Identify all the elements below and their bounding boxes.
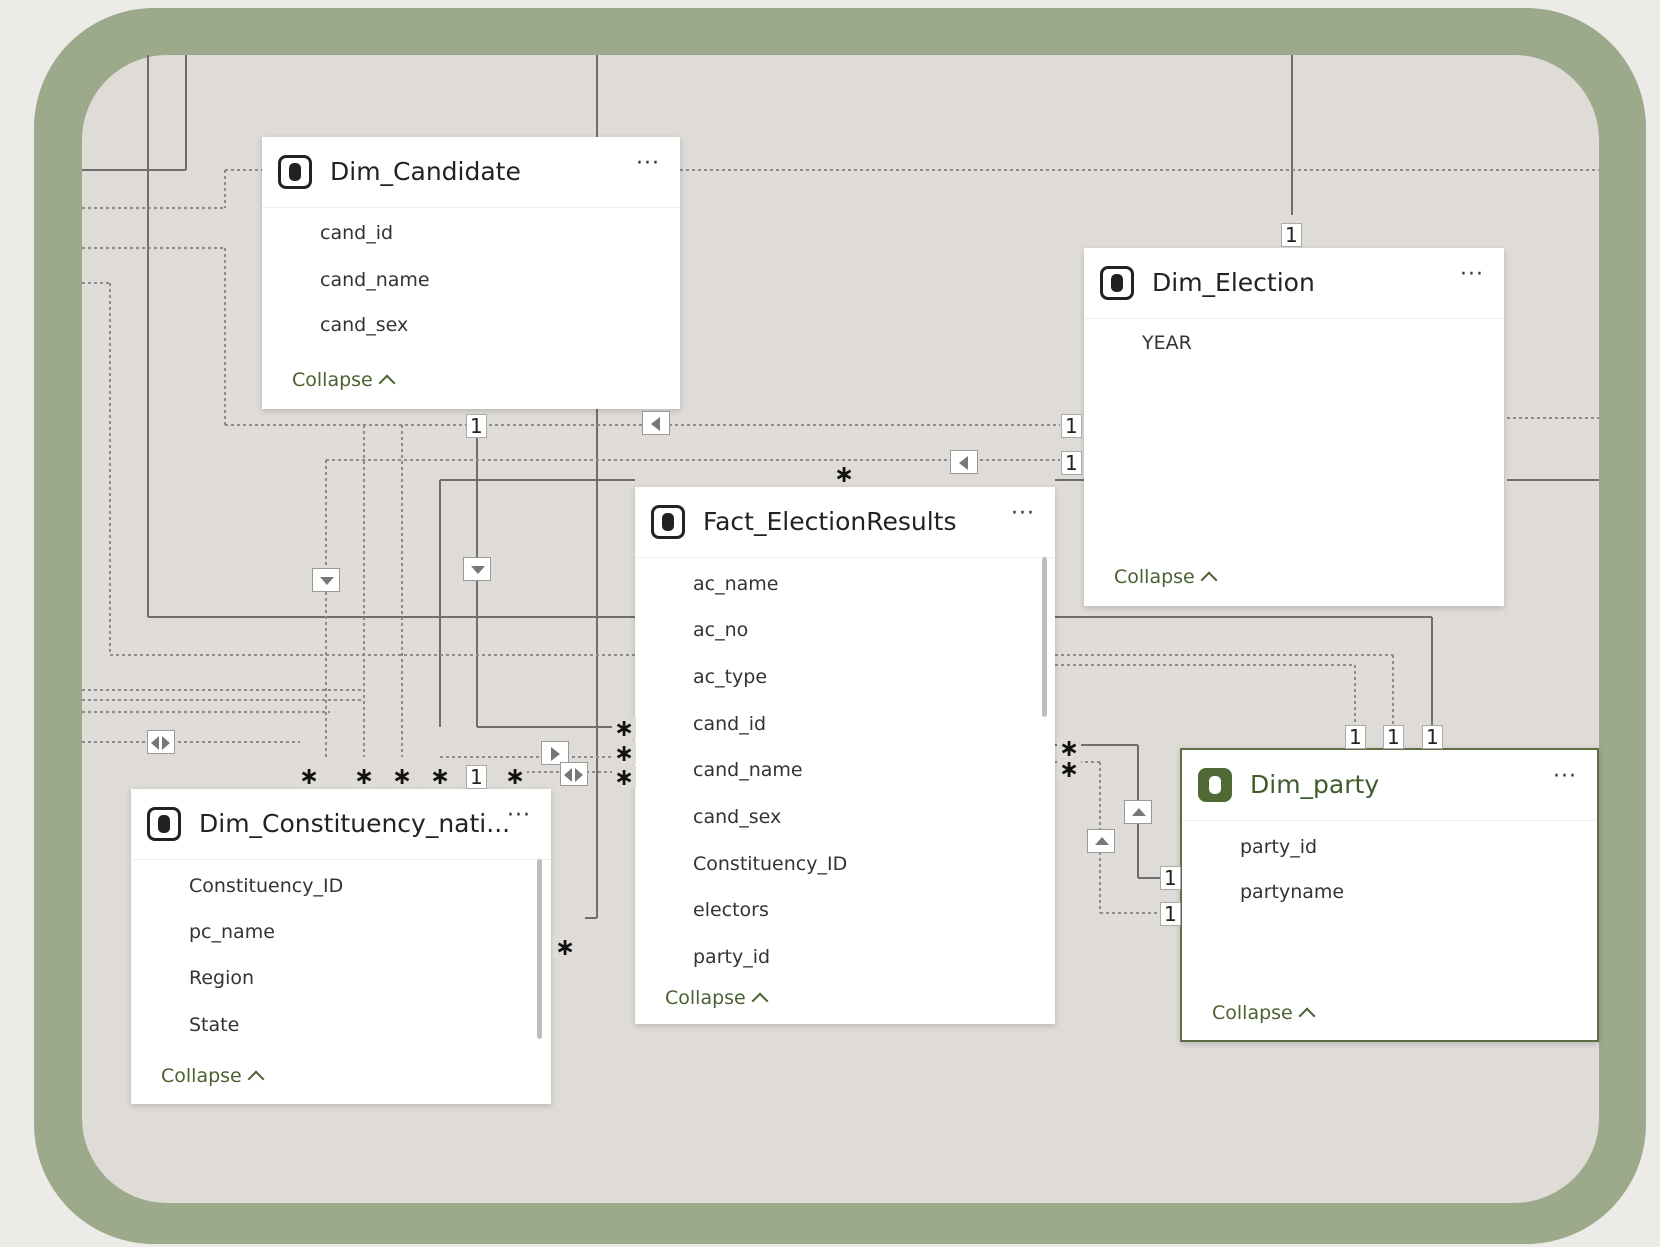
field-constituency-id[interactable]: Constituency_ID — [189, 875, 343, 897]
cardinality-many: ∗ — [612, 739, 637, 767]
table-card-dim-candidate[interactable]: Dim_Candidate ··· cand_id cand_name cand… — [262, 137, 680, 409]
cardinality-many: ∗ — [553, 933, 578, 961]
table-card-dim-election[interactable]: Dim_Election ··· YEAR Collapse — [1084, 248, 1504, 606]
cardinality-one: 1 — [466, 414, 487, 438]
chevron-up-icon — [378, 374, 396, 392]
field-partyname[interactable]: partyname — [1240, 881, 1344, 903]
scrollbar[interactable] — [537, 859, 542, 1039]
filter-direction-up-icon[interactable] — [1124, 800, 1152, 824]
field-cand-id[interactable]: cand_id — [693, 713, 766, 735]
table-title: Dim_Constituency_nati... — [199, 809, 511, 838]
field-region[interactable]: Region — [189, 967, 254, 989]
field-ac-type[interactable]: ac_type — [693, 666, 767, 688]
cardinality-many: ∗ — [297, 762, 322, 790]
field-cand-name[interactable]: cand_name — [320, 269, 430, 291]
field-cand-name[interactable]: cand_name — [693, 759, 803, 781]
cardinality-one: 1 — [1281, 223, 1302, 247]
database-icon — [1198, 768, 1232, 802]
collapse-label: Collapse — [161, 1065, 242, 1087]
chevron-up-icon — [1298, 1007, 1316, 1025]
collapse-label: Collapse — [665, 987, 746, 1009]
more-options-button[interactable]: ··· — [1553, 764, 1577, 789]
table-title: Dim_Election — [1152, 268, 1315, 297]
card-header[interactable]: Dim_Candidate ··· — [262, 137, 680, 208]
collapse-button[interactable]: Collapse — [665, 987, 1045, 1010]
cardinality-one: 1 — [1061, 451, 1082, 475]
cardinality-one: 1 — [1422, 725, 1443, 749]
scrollbar[interactable] — [1042, 557, 1047, 717]
field-constituency-id[interactable]: Constituency_ID — [693, 853, 847, 875]
filter-direction-left-icon[interactable] — [642, 411, 670, 435]
chevron-up-icon — [247, 1070, 265, 1088]
cardinality-one: 1 — [1345, 725, 1366, 749]
cardinality-many: ∗ — [832, 460, 857, 488]
collapse-button[interactable]: Collapse — [1212, 1002, 1316, 1025]
field-cand-id[interactable]: cand_id — [320, 222, 393, 244]
collapse-button[interactable]: Collapse — [1114, 566, 1218, 589]
field-pc-name[interactable]: pc_name — [189, 921, 275, 943]
field-party-id[interactable]: party_id — [1240, 836, 1317, 858]
cardinality-many: ∗ — [428, 762, 453, 790]
collapse-label: Collapse — [1212, 1002, 1293, 1024]
field-electors[interactable]: electors — [693, 899, 769, 921]
database-icon — [147, 807, 181, 841]
field-cand-sex[interactable]: cand_sex — [693, 806, 781, 828]
field-cand-sex[interactable]: cand_sex — [320, 314, 408, 336]
cardinality-one: 1 — [1061, 414, 1082, 438]
cardinality-many: ∗ — [503, 762, 528, 790]
cardinality-many: ∗ — [612, 714, 637, 742]
table-title: Fact_ElectionResults — [703, 507, 957, 536]
card-header[interactable]: Dim_party ··· — [1182, 750, 1597, 821]
cardinality-one: 1 — [1383, 725, 1404, 749]
filter-direction-left-icon[interactable] — [950, 450, 978, 474]
field-ac-no[interactable]: ac_no — [693, 619, 748, 641]
collapse-button[interactable]: Collapse — [292, 369, 396, 392]
chevron-up-icon — [1200, 571, 1218, 589]
more-options-button[interactable]: ··· — [636, 151, 660, 176]
cardinality-many: ∗ — [352, 762, 377, 790]
card-header[interactable]: Dim_Election ··· — [1084, 248, 1504, 319]
database-icon — [651, 505, 685, 539]
table-card-fact-election-results[interactable]: Fact_ElectionResults ··· ac_name ac_no a… — [635, 487, 1055, 1024]
field-ac-name[interactable]: ac_name — [693, 573, 778, 595]
field-year[interactable]: YEAR — [1142, 332, 1192, 354]
database-icon — [1100, 266, 1134, 300]
field-party-id[interactable]: party_id — [693, 946, 770, 968]
filter-direction-down-icon[interactable] — [312, 568, 340, 592]
table-card-dim-party[interactable]: Dim_party ··· party_id partyname Collaps… — [1180, 748, 1599, 1042]
collapse-button[interactable]: Collapse — [161, 1065, 265, 1088]
table-card-dim-constituency[interactable]: Dim_Constituency_nati... ··· Constituenc… — [131, 789, 551, 1104]
more-options-button[interactable]: ··· — [1011, 501, 1035, 526]
table-title: Dim_Candidate — [330, 157, 521, 186]
cardinality-many: ∗ — [1057, 755, 1082, 783]
field-state[interactable]: State — [189, 1014, 239, 1036]
cardinality-many: ∗ — [612, 763, 637, 791]
cardinality-one: 1 — [1160, 866, 1181, 890]
cardinality-one: 1 — [466, 765, 487, 789]
more-options-button[interactable]: ··· — [507, 803, 531, 828]
table-title: Dim_party — [1250, 770, 1380, 799]
cardinality-many: ∗ — [390, 762, 415, 790]
database-icon — [278, 155, 312, 189]
collapse-label: Collapse — [1114, 566, 1195, 588]
filter-direction-up-icon[interactable] — [1087, 829, 1115, 853]
filter-direction-down-icon[interactable] — [463, 557, 491, 581]
cardinality-one: 1 — [1160, 902, 1181, 926]
card-header[interactable]: Fact_ElectionResults ··· — [635, 487, 1055, 558]
collapse-label: Collapse — [292, 369, 373, 391]
filter-direction-both-icon[interactable] — [560, 762, 588, 786]
more-options-button[interactable]: ··· — [1460, 262, 1484, 287]
card-header[interactable]: Dim_Constituency_nati... ··· — [131, 789, 551, 860]
filter-direction-both-icon[interactable] — [147, 730, 175, 754]
chevron-up-icon — [751, 992, 769, 1010]
